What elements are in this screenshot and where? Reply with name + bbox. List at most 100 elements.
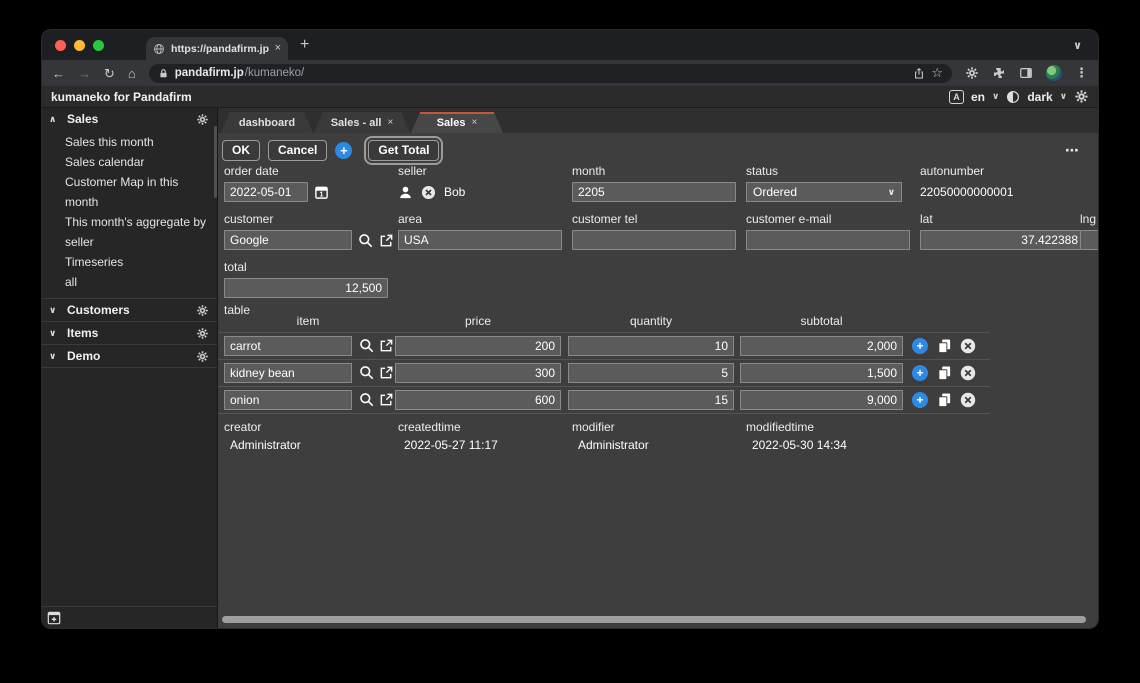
profile-avatar[interactable] (1046, 65, 1062, 81)
section-gear-icon[interactable] (196, 350, 209, 363)
price-input[interactable] (395, 336, 561, 356)
bookmark-star-icon[interactable]: ☆ (931, 65, 943, 81)
sidebar-section-items[interactable]: ∨ Items (42, 322, 217, 344)
subtotal-input[interactable] (740, 363, 903, 383)
minimize-window-button[interactable] (74, 40, 85, 51)
back-button[interactable]: ← (52, 67, 65, 80)
copy-row-icon[interactable] (937, 338, 952, 354)
url-host: pandafirm.jp (175, 67, 244, 79)
share-icon[interactable] (913, 67, 925, 80)
calendar-icon[interactable]: 1 (314, 185, 329, 200)
home-button[interactable]: ⌂ (128, 67, 136, 80)
sidebar-item-all[interactable]: all (65, 272, 209, 292)
tab-sales-all[interactable]: Sales - all × (314, 112, 410, 133)
customer-tel-input[interactable] (572, 230, 736, 250)
item-input[interactable] (224, 363, 352, 383)
collapse-chevron-icon[interactable]: ∧ (49, 114, 59, 125)
status-select[interactable]: Ordered ∨ (746, 182, 902, 202)
sidebar-item-aggregate-by-seller[interactable]: This month's aggregate by seller (65, 212, 209, 252)
search-icon[interactable] (358, 233, 373, 248)
contrast-icon[interactable] (1006, 90, 1020, 104)
tab-dashboard[interactable]: dashboard (221, 112, 313, 133)
user-icon[interactable] (398, 185, 413, 200)
sidebar-item-sales-this-month[interactable]: Sales this month (65, 132, 209, 152)
browser-tab[interactable]: https://pandafirm.jp/kumaneko × (146, 37, 288, 60)
open-link-icon[interactable] (379, 338, 394, 353)
section-gear-icon[interactable] (196, 327, 209, 340)
open-link-icon[interactable] (379, 365, 394, 380)
quantity-input[interactable] (568, 363, 734, 383)
copy-row-icon[interactable] (937, 365, 952, 381)
delete-row-icon[interactable] (960, 365, 976, 381)
sidebar-item-timeseries[interactable]: Timeseries (65, 252, 209, 272)
section-gear-icon[interactable] (196, 304, 209, 317)
item-input[interactable] (224, 336, 352, 356)
expand-chevron-icon[interactable]: ∨ (49, 351, 59, 362)
tab-search-chevron-icon[interactable]: ∨ (1073, 39, 1082, 52)
browser-tab-close-icon[interactable]: × (275, 43, 281, 54)
expand-chevron-icon[interactable]: ∨ (49, 328, 59, 339)
close-window-button[interactable] (55, 40, 66, 51)
price-input[interactable] (395, 390, 561, 410)
tab-sales[interactable]: Sales × (411, 112, 503, 133)
tab-close-icon[interactable]: × (387, 117, 393, 128)
area-input[interactable] (398, 230, 562, 250)
quantity-input[interactable] (568, 336, 734, 356)
open-link-icon[interactable] (379, 392, 394, 407)
theme-select[interactable]: dark (1027, 90, 1052, 104)
open-link-icon[interactable] (379, 233, 394, 248)
new-tab-button[interactable]: + (300, 37, 309, 53)
quantity-input[interactable] (568, 390, 734, 410)
reload-button[interactable]: ↻ (104, 67, 115, 80)
expand-chevron-icon[interactable]: ∨ (49, 305, 59, 316)
settings-gear-icon[interactable] (1074, 89, 1089, 104)
sidebar-item-customer-map[interactable]: Customer Map in this month (65, 172, 209, 212)
more-options-icon[interactable]: ⋯ (1065, 142, 1080, 159)
add-record-icon[interactable]: + (335, 142, 352, 159)
forward-button[interactable]: → (78, 67, 91, 80)
lat-input[interactable] (920, 230, 1084, 250)
delete-row-icon[interactable] (960, 338, 976, 354)
add-row-icon[interactable]: + (912, 392, 928, 408)
browser-menu-icon[interactable]: ⋮ (1075, 65, 1088, 81)
sidebar-section-demo[interactable]: ∨ Demo (42, 345, 217, 367)
search-icon[interactable] (359, 338, 374, 353)
language-select[interactable]: en (971, 90, 985, 104)
translate-icon[interactable]: A (949, 90, 964, 104)
zoom-window-button[interactable] (93, 40, 104, 51)
sidebar-scrollbar-thumb[interactable] (214, 126, 217, 198)
subtotal-input[interactable] (740, 336, 903, 356)
section-gear-icon[interactable] (196, 113, 209, 126)
subtotal-input[interactable] (740, 390, 903, 410)
customer-email-input[interactable] (746, 230, 910, 250)
lng-input[interactable] (1080, 230, 1098, 250)
add-table-icon[interactable] (47, 611, 61, 625)
add-row-icon[interactable]: + (912, 365, 928, 381)
language-chevron-icon[interactable]: ∨ (992, 91, 999, 102)
get-total-button[interactable]: Get Total (368, 140, 439, 161)
extension-gear-icon[interactable] (965, 66, 979, 80)
cancel-button[interactable]: Cancel (268, 140, 327, 161)
side-panel-icon[interactable] (1019, 66, 1033, 80)
sidebar-section-customers[interactable]: ∨ Customers (42, 299, 217, 321)
ok-button[interactable]: OK (222, 140, 260, 161)
clear-seller-icon[interactable] (421, 185, 436, 200)
price-input[interactable] (395, 363, 561, 383)
total-input[interactable] (224, 278, 388, 298)
search-icon[interactable] (359, 392, 374, 407)
tab-close-icon[interactable]: × (471, 117, 477, 128)
add-row-icon[interactable]: + (912, 338, 928, 354)
order-date-input[interactable] (224, 182, 308, 202)
horizontal-scrollbar-thumb[interactable] (222, 616, 1086, 623)
item-input[interactable] (224, 390, 352, 410)
theme-chevron-icon[interactable]: ∨ (1060, 91, 1067, 102)
customer-input[interactable] (224, 230, 352, 250)
search-icon[interactable] (359, 365, 374, 380)
sidebar-section-sales[interactable]: ∧ Sales (42, 108, 217, 130)
copy-row-icon[interactable] (937, 392, 952, 408)
extensions-puzzle-icon[interactable] (992, 66, 1006, 80)
address-bar[interactable]: pandafirm.jp/kumaneko/ ☆ (149, 64, 952, 83)
delete-row-icon[interactable] (960, 392, 976, 408)
sidebar-item-sales-calendar[interactable]: Sales calendar (65, 152, 209, 172)
month-input[interactable] (572, 182, 736, 202)
